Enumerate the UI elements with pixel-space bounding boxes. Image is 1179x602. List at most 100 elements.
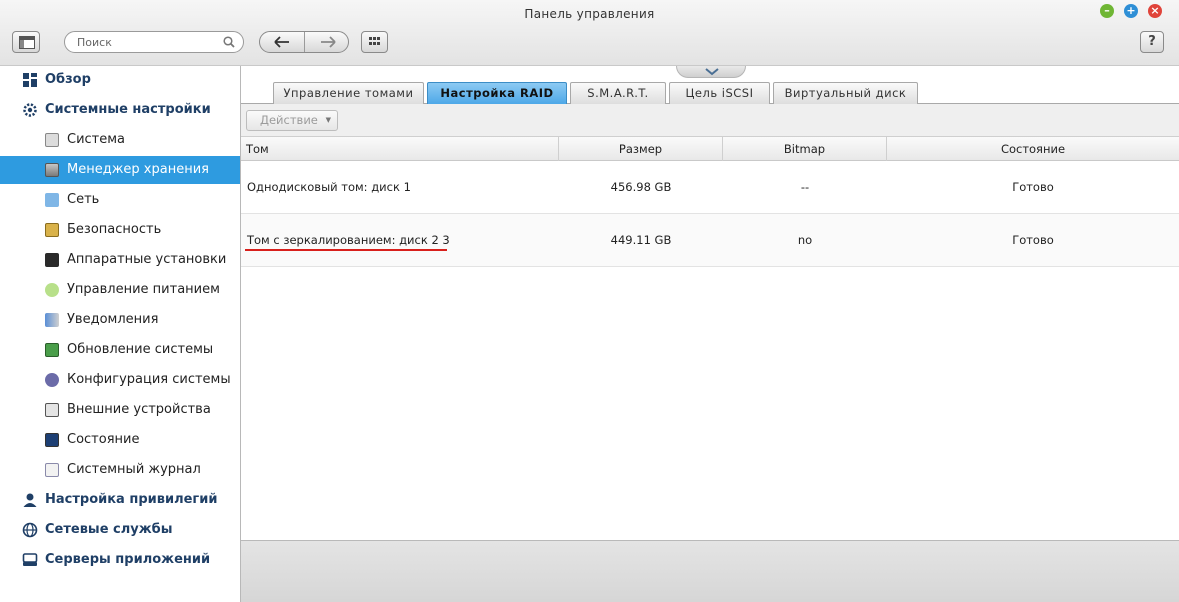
tab-volume-management[interactable]: Управление томами (273, 82, 424, 104)
toolbar: Действие ▼ (241, 104, 1179, 137)
sidebar-item-privileges[interactable]: Настройка привилегий (0, 486, 240, 514)
storage-icon (45, 163, 59, 177)
gear-icon (23, 103, 37, 117)
sidebar-item-status[interactable]: Состояние (0, 426, 240, 454)
lock-icon (45, 223, 59, 237)
search-box[interactable] (64, 31, 244, 53)
cell-size: 449.11 GB (610, 233, 672, 247)
sidebar-item-network-services[interactable]: Сетевые службы (0, 516, 240, 544)
main-panel: Управление томами Настройка RAID S.M.A.R… (241, 66, 1179, 602)
table-header: Том Размер Bitmap Состояние (241, 137, 1179, 161)
forward-button[interactable] (305, 32, 348, 52)
sidebar-item-label: Сеть (67, 192, 100, 207)
sidebar-item-hardware[interactable]: Аппаратные установки (0, 246, 240, 274)
system-icon (45, 133, 59, 147)
power-bulb-icon (45, 283, 59, 297)
title-bar: Панель управления – + × Поиск ? (0, 0, 1179, 66)
back-button[interactable] (260, 32, 305, 52)
update-icon (45, 343, 59, 357)
sidebar-item-label: Управление питанием (67, 282, 220, 297)
sidebar-item-label: Настройка привилегий (45, 492, 218, 507)
sidebar-item-label: Внешние устройства (67, 402, 211, 417)
footer-bar (241, 540, 1179, 602)
cell-volume-name: Том с зеркалированием: диск 2 3 (247, 233, 450, 247)
arrow-right-icon (320, 36, 336, 48)
action-label: Действие (260, 113, 318, 127)
app-server-icon (22, 553, 38, 566)
sidebar-item-storage-manager[interactable]: Менеджер хранения (0, 156, 240, 184)
sidebar-item-label: Обзор (45, 72, 91, 87)
search-input[interactable] (77, 35, 217, 50)
network-icon (45, 193, 59, 207)
maximize-icon[interactable]: + (1124, 4, 1138, 18)
sidebar-item-label: Системные настройки (45, 102, 211, 117)
sidebar-item-system-log[interactable]: Системный журнал (0, 456, 240, 484)
history-nav (259, 31, 349, 53)
log-icon (45, 463, 59, 477)
collapse-handle[interactable] (676, 66, 746, 78)
close-icon[interactable]: × (1148, 4, 1162, 18)
search-icon[interactable] (223, 36, 235, 48)
sidebar-toggle-button[interactable] (12, 31, 40, 53)
window-title: Панель управления (524, 7, 655, 21)
sidebar-item-overview[interactable]: Обзор (0, 66, 240, 94)
globe-icon (22, 522, 38, 538)
cell-bitmap: -- (800, 180, 810, 194)
tab-smart[interactable]: S.M.A.R.T. (570, 82, 666, 104)
user-icon (23, 493, 37, 507)
column-header-status[interactable]: Состояние (887, 137, 1179, 161)
caret-down-icon: ▼ (325, 116, 331, 124)
sidebar: Обзор Системные настройки Система Менедж… (0, 66, 241, 602)
notification-icon (45, 313, 59, 327)
sidebar-item-label: Системный журнал (67, 462, 201, 477)
red-underline-annotation (245, 249, 447, 251)
minimize-icon[interactable]: – (1100, 4, 1114, 18)
sidebar-item-system-update[interactable]: Обновление системы (0, 336, 240, 364)
sidebar-item-label: Сетевые службы (45, 522, 173, 537)
column-header-volume[interactable]: Том (241, 137, 559, 161)
sidebar-item-label: Аппаратные установки (67, 252, 227, 267)
table-row[interactable]: Том с зеркалированием: диск 2 3 449.11 G… (241, 214, 1179, 267)
sidebar-item-label: Система (67, 132, 126, 147)
sidebar-item-label: Серверы приложений (45, 552, 211, 567)
grid-icon (369, 37, 380, 45)
tab-virtual-disk[interactable]: Виртуальный диск (773, 82, 918, 104)
table-row[interactable]: Однодисковый том: диск 1 456.98 GB -- Го… (241, 161, 1179, 214)
overview-icon (23, 73, 37, 87)
sidebar-item-label: Состояние (67, 432, 140, 447)
sidebar-item-app-servers[interactable]: Серверы приложений (0, 546, 240, 574)
tab-iscsi-target[interactable]: Цель iSCSI (669, 82, 770, 104)
cell-volume-name: Однодисковый том: диск 1 (247, 180, 411, 194)
sidebar-item-label: Конфигурация системы (67, 372, 231, 387)
apps-grid-button[interactable] (361, 31, 388, 53)
sidebar-item-label: Безопасность (67, 222, 162, 237)
cell-size: 456.98 GB (610, 180, 672, 194)
sidebar-item-notifications[interactable]: Уведомления (0, 306, 240, 334)
sidebar-toggle-icon (19, 36, 35, 49)
column-header-size[interactable]: Размер (559, 137, 723, 161)
cell-status: Готово (1012, 180, 1054, 194)
arrow-left-icon (274, 36, 289, 48)
sidebar-item-label: Менеджер хранения (67, 162, 209, 177)
sidebar-item-system-settings[interactable]: Системные настройки (0, 96, 240, 124)
sidebar-item-power[interactable]: Управление питанием (0, 276, 240, 304)
sidebar-item-security[interactable]: Безопасность (0, 216, 240, 244)
hardware-icon (45, 253, 59, 267)
sidebar-item-network[interactable]: Сеть (0, 186, 240, 214)
sidebar-item-label: Обновление системы (67, 342, 214, 357)
monitor-icon (45, 433, 59, 447)
sidebar-item-system[interactable]: Система (0, 126, 240, 154)
chevron-down-icon (705, 68, 719, 76)
cell-bitmap: no (797, 233, 813, 247)
help-button[interactable]: ? (1140, 31, 1164, 53)
sidebar-item-external-devices[interactable]: Внешние устройства (0, 396, 240, 424)
column-header-bitmap[interactable]: Bitmap (723, 137, 887, 161)
sidebar-item-label: Уведомления (67, 312, 159, 327)
sidebar-item-system-config[interactable]: Конфигурация системы (0, 366, 240, 394)
external-device-icon (45, 403, 59, 417)
config-gear-icon (45, 373, 59, 387)
cell-status: Готово (1012, 233, 1054, 247)
tab-raid-settings[interactable]: Настройка RAID (427, 82, 567, 104)
action-dropdown-button[interactable]: Действие ▼ (246, 110, 338, 131)
tab-bar: Управление томами Настройка RAID S.M.A.R… (241, 82, 1179, 104)
